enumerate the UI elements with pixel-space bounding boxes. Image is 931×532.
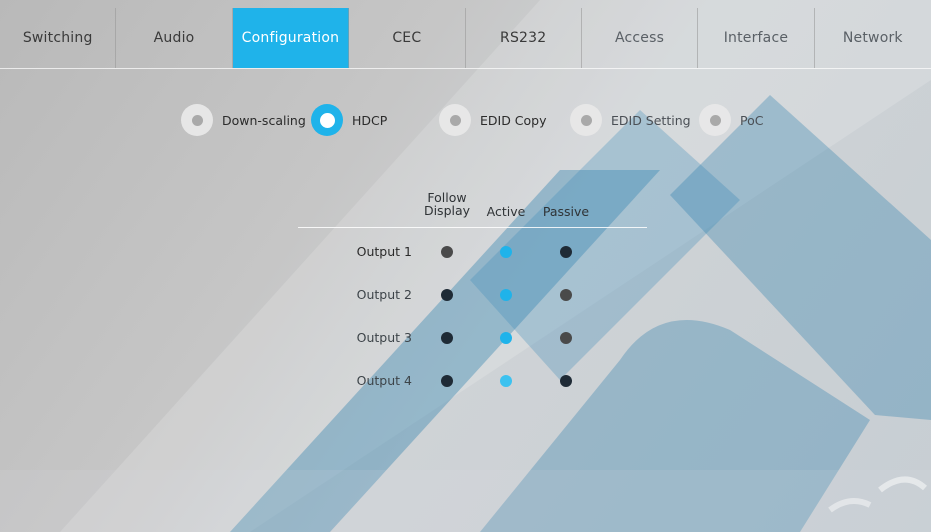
column-header-active: Active [486, 204, 526, 219]
configuration-subtabs: Down-scaling HDCP EDID Copy EDID Setting… [0, 100, 931, 140]
subtab-label: PoC [740, 112, 764, 128]
hdcp-option-active-output-4[interactable] [500, 375, 512, 387]
column-header-follow-display: Follow Display [423, 190, 471, 218]
radio-button-icon [439, 104, 471, 136]
radio-button-icon [570, 104, 602, 136]
subtab-label: Down-scaling [222, 112, 306, 128]
row-label-output-3: Output 3 [356, 330, 412, 345]
hdcp-option-active-output-2[interactable] [500, 289, 512, 301]
hdcp-option-active-output-1[interactable] [500, 246, 512, 258]
radio-button-icon [311, 104, 343, 136]
main-tab-bar: Switching Audio Configuration CEC RS232 … [0, 8, 931, 68]
subtab-label: EDID Setting [611, 112, 691, 128]
hdcp-option-follow-display-output-4[interactable] [441, 375, 453, 387]
tab-rs232[interactable]: RS232 [466, 8, 582, 68]
subtab-down-scaling[interactable]: Down-scaling [181, 100, 306, 140]
radio-button-icon [181, 104, 213, 136]
hdcp-option-passive-output-1[interactable] [560, 246, 572, 258]
subtab-label: EDID Copy [480, 112, 547, 128]
tab-switching[interactable]: Switching [0, 8, 117, 68]
hdcp-option-follow-display-output-3[interactable] [441, 332, 453, 344]
tab-configuration[interactable]: Configuration [232, 8, 350, 68]
hdcp-option-follow-display-output-1[interactable] [441, 246, 453, 258]
tab-cec[interactable]: CEC [349, 8, 466, 68]
subtab-edid-setting[interactable]: EDID Setting [570, 100, 691, 140]
radio-button-icon [699, 104, 731, 136]
subtab-hdcp[interactable]: HDCP [311, 100, 387, 140]
tab-network[interactable]: Network [815, 8, 931, 68]
tab-bar-divider [0, 68, 931, 69]
tab-access[interactable]: Access [582, 8, 699, 68]
tab-audio[interactable]: Audio [116, 8, 233, 68]
table-header-divider [298, 227, 647, 228]
brand-watermark [0, 0, 931, 532]
row-label-output-4: Output 4 [356, 373, 412, 388]
hdcp-option-follow-display-output-2[interactable] [441, 289, 453, 301]
hdcp-option-passive-output-2[interactable] [560, 289, 572, 301]
subtab-edid-copy[interactable]: EDID Copy [439, 100, 547, 140]
row-label-output-1: Output 1 [356, 244, 412, 259]
subtab-poc[interactable]: PoC [699, 100, 763, 140]
hdcp-option-passive-output-3[interactable] [560, 332, 572, 344]
column-header-passive: Passive [542, 204, 590, 219]
brand-watermark-icon [0, 0, 931, 532]
row-label-output-2: Output 2 [356, 287, 412, 302]
hdcp-option-passive-output-4[interactable] [560, 375, 572, 387]
subtab-label: HDCP [352, 112, 388, 128]
hdcp-option-active-output-3[interactable] [500, 332, 512, 344]
tab-interface[interactable]: Interface [698, 8, 815, 68]
